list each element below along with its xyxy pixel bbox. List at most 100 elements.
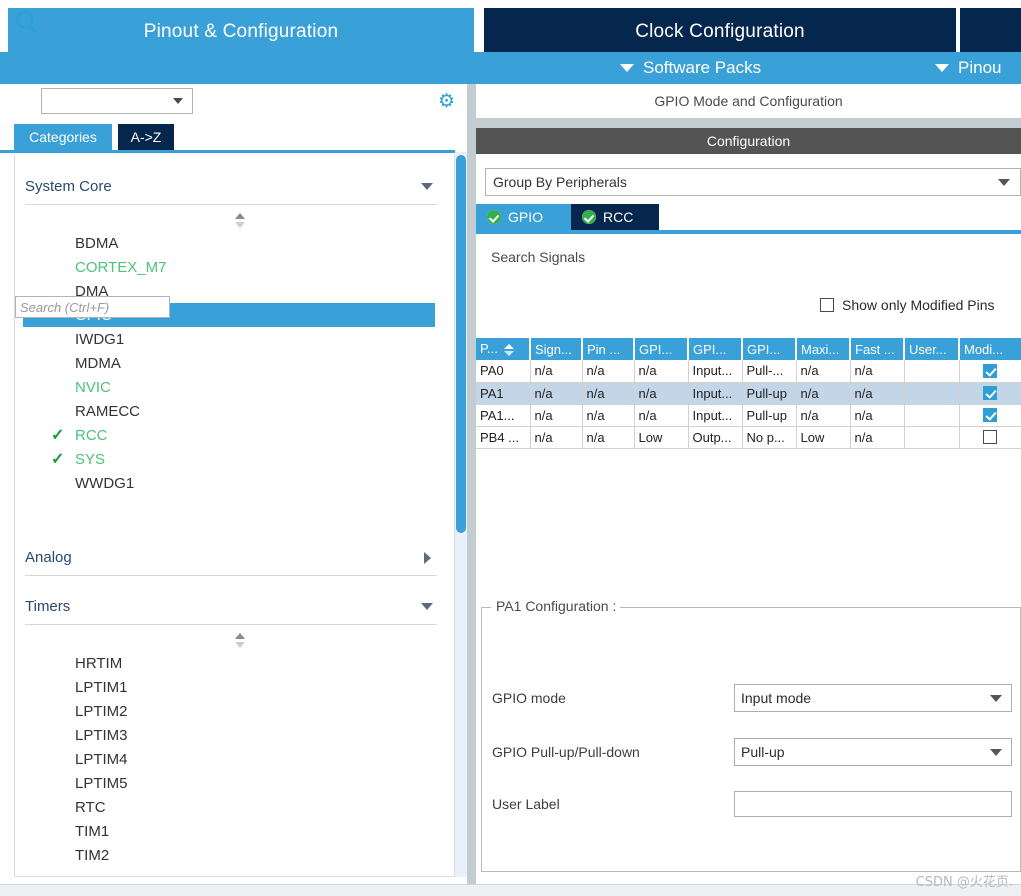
col-header-gpio-pull[interactable]: GPI...: [742, 338, 797, 360]
table-row[interactable]: PA1... n/a n/a n/a Input... Pull-up n/a …: [476, 404, 1021, 427]
peripheral-tab-underline: [476, 230, 1021, 234]
menu-software-packs[interactable]: Software Packs: [620, 52, 761, 84]
tree-item-iwdg1[interactable]: IWDG1: [23, 327, 435, 351]
cell-pin-ctx: n/a: [582, 426, 635, 449]
cell-user-label: [904, 360, 960, 383]
chevron-down-icon[interactable]: [990, 749, 1002, 756]
tab-gpio[interactable]: GPIO: [476, 204, 571, 230]
col-header-fast-mode[interactable]: Fast ...: [850, 338, 905, 360]
col-header-maximum[interactable]: Maxi...: [796, 338, 851, 360]
menu-pinout[interactable]: Pinou: [935, 52, 1001, 84]
tree-item-ramecc[interactable]: RAMECC: [23, 399, 435, 423]
user-label-input[interactable]: [735, 792, 1011, 816]
signal-search-field[interactable]: [15, 296, 170, 318]
tree-item-label: TIM1: [75, 822, 110, 840]
checkbox-box[interactable]: [983, 408, 998, 422]
main-tab-pinout-configuration[interactable]: Pinout & Configuration: [8, 8, 474, 55]
tree-group-label: System Core: [25, 178, 112, 195]
tree-item-nvic[interactable]: NVIC: [23, 375, 435, 399]
col-header-modified[interactable]: Modi...: [959, 338, 1021, 360]
gpio-pin-table: P... Sign... Pin ... GPI... GPI... GPI..…: [476, 338, 1021, 449]
left-scrollbar-thumb[interactable]: [456, 155, 466, 533]
cell-signal: n/a: [530, 404, 583, 427]
peripheral-search-combo[interactable]: [41, 88, 193, 114]
cell-modified[interactable]: [959, 382, 1021, 405]
tree-item-rtc[interactable]: RTC: [23, 795, 435, 819]
col-header-gpio-output[interactable]: GPI...: [634, 338, 689, 360]
main-tab-overflow[interactable]: [960, 8, 1021, 55]
sub-tab-a-to-z[interactable]: A->Z: [118, 124, 174, 150]
chevron-down-icon[interactable]: [173, 98, 183, 104]
chevron-down-icon[interactable]: [998, 179, 1010, 186]
tree-item-label: RTC: [75, 798, 106, 816]
panel-splitter[interactable]: [467, 84, 476, 896]
cell-maximum: n/a: [796, 382, 851, 405]
col-header-gpio-mode[interactable]: GPI...: [688, 338, 743, 360]
cell-modified[interactable]: [959, 404, 1021, 427]
cell-user-label: [904, 426, 960, 449]
main-tab-label: Clock Configuration: [635, 20, 805, 42]
tree-item-cortex-m7[interactable]: CORTEX_M7: [23, 255, 435, 279]
group-by-select[interactable]: Group By Peripherals: [485, 168, 1021, 196]
col-header-signal[interactable]: Sign...: [530, 338, 583, 360]
chevron-down-icon[interactable]: [990, 695, 1002, 702]
tree-item-lptim5[interactable]: LPTIM5: [23, 771, 435, 795]
gear-icon[interactable]: ⚙: [438, 92, 457, 111]
sub-tab-categories[interactable]: Categories: [14, 124, 112, 150]
tree-group-analog[interactable]: Analog: [25, 540, 437, 576]
cell-gpio-pull: Pull-up: [742, 404, 797, 427]
user-label-field[interactable]: [734, 791, 1012, 817]
main-tab-bar: Pinout & Configuration Clock Configurati…: [0, 0, 1021, 55]
tree-group-timers[interactable]: Timers: [25, 589, 437, 625]
cell-maximum: n/a: [796, 360, 851, 383]
sort-arrow-icon[interactable]: [503, 343, 514, 357]
checkbox-box[interactable]: [983, 386, 998, 400]
col-header-user-label[interactable]: User...: [904, 338, 960, 360]
tree-item-bdma[interactable]: BDMA: [23, 231, 435, 255]
tree-group-label: Analog: [25, 549, 72, 566]
show-only-modified-pins-checkbox[interactable]: Show only Modified Pins: [820, 297, 995, 313]
cell-pin: PA1...: [476, 404, 531, 427]
col-header-pin-context[interactable]: Pin ...: [582, 338, 635, 360]
checkbox-box[interactable]: [820, 298, 834, 312]
tree-item-mdma[interactable]: MDMA: [23, 351, 435, 375]
gpio-mode-header: GPIO Mode and Configuration: [476, 84, 1021, 118]
cell-gpio-out: n/a: [634, 404, 689, 427]
tree-item-sys[interactable]: ✓ SYS: [23, 447, 435, 471]
col-header-pin[interactable]: P...: [476, 338, 531, 360]
peripheral-tree: System Core BDMA CORTEX_M7 DMA GPIO IWDG…: [14, 155, 455, 877]
tree-scroll-spinner[interactable]: [233, 213, 247, 229]
gpio-mode-select[interactable]: Input mode: [734, 684, 1012, 712]
tree-item-tim2[interactable]: TIM2: [23, 843, 435, 867]
gpio-pull-select[interactable]: Pull-up: [734, 738, 1012, 766]
checkbox-box[interactable]: [983, 363, 998, 378]
check-icon: ✓: [51, 451, 65, 468]
tree-item-label: LPTIM5: [75, 774, 128, 792]
tree-group-system-core[interactable]: System Core: [25, 169, 437, 205]
tree-item-hrtim[interactable]: HRTIM: [23, 651, 435, 675]
cell-fast-mode: n/a: [850, 382, 905, 405]
tree-item-label: BDMA: [75, 234, 119, 252]
cell-modified[interactable]: [959, 426, 1021, 449]
main-tab-clock-configuration[interactable]: Clock Configuration: [484, 8, 956, 55]
tab-rcc[interactable]: RCC: [571, 204, 659, 230]
tree-item-rcc[interactable]: ✓ RCC: [23, 423, 435, 447]
table-row[interactable]: PB4 ... n/a n/a Low Outp... No p... Low …: [476, 426, 1021, 449]
chevron-down-icon: [935, 64, 949, 72]
bottom-strip: [0, 884, 1021, 896]
tree-item-lptim3[interactable]: LPTIM3: [23, 723, 435, 747]
tree-item-wwdg1[interactable]: WWDG1: [23, 471, 435, 495]
signal-search-input[interactable]: [16, 297, 169, 317]
main-tab-label: Pinout & Configuration: [143, 20, 339, 42]
table-row[interactable]: PA1 n/a n/a n/a Input... Pull-up n/a n/a: [476, 382, 1021, 405]
table-row[interactable]: PA0 n/a n/a n/a Input... Pull-... n/a n/…: [476, 360, 1021, 383]
peripheral-search-input[interactable]: [46, 90, 164, 112]
tree-item-lptim2[interactable]: LPTIM2: [23, 699, 435, 723]
tree-item-lptim4[interactable]: LPTIM4: [23, 747, 435, 771]
cell-pin-ctx: n/a: [582, 360, 635, 383]
tree-item-tim1[interactable]: TIM1: [23, 819, 435, 843]
checkbox-box[interactable]: [983, 430, 998, 444]
cell-modified[interactable]: [959, 360, 1021, 383]
tree-scroll-spinner[interactable]: [233, 633, 247, 649]
tree-item-lptim1[interactable]: LPTIM1: [23, 675, 435, 699]
